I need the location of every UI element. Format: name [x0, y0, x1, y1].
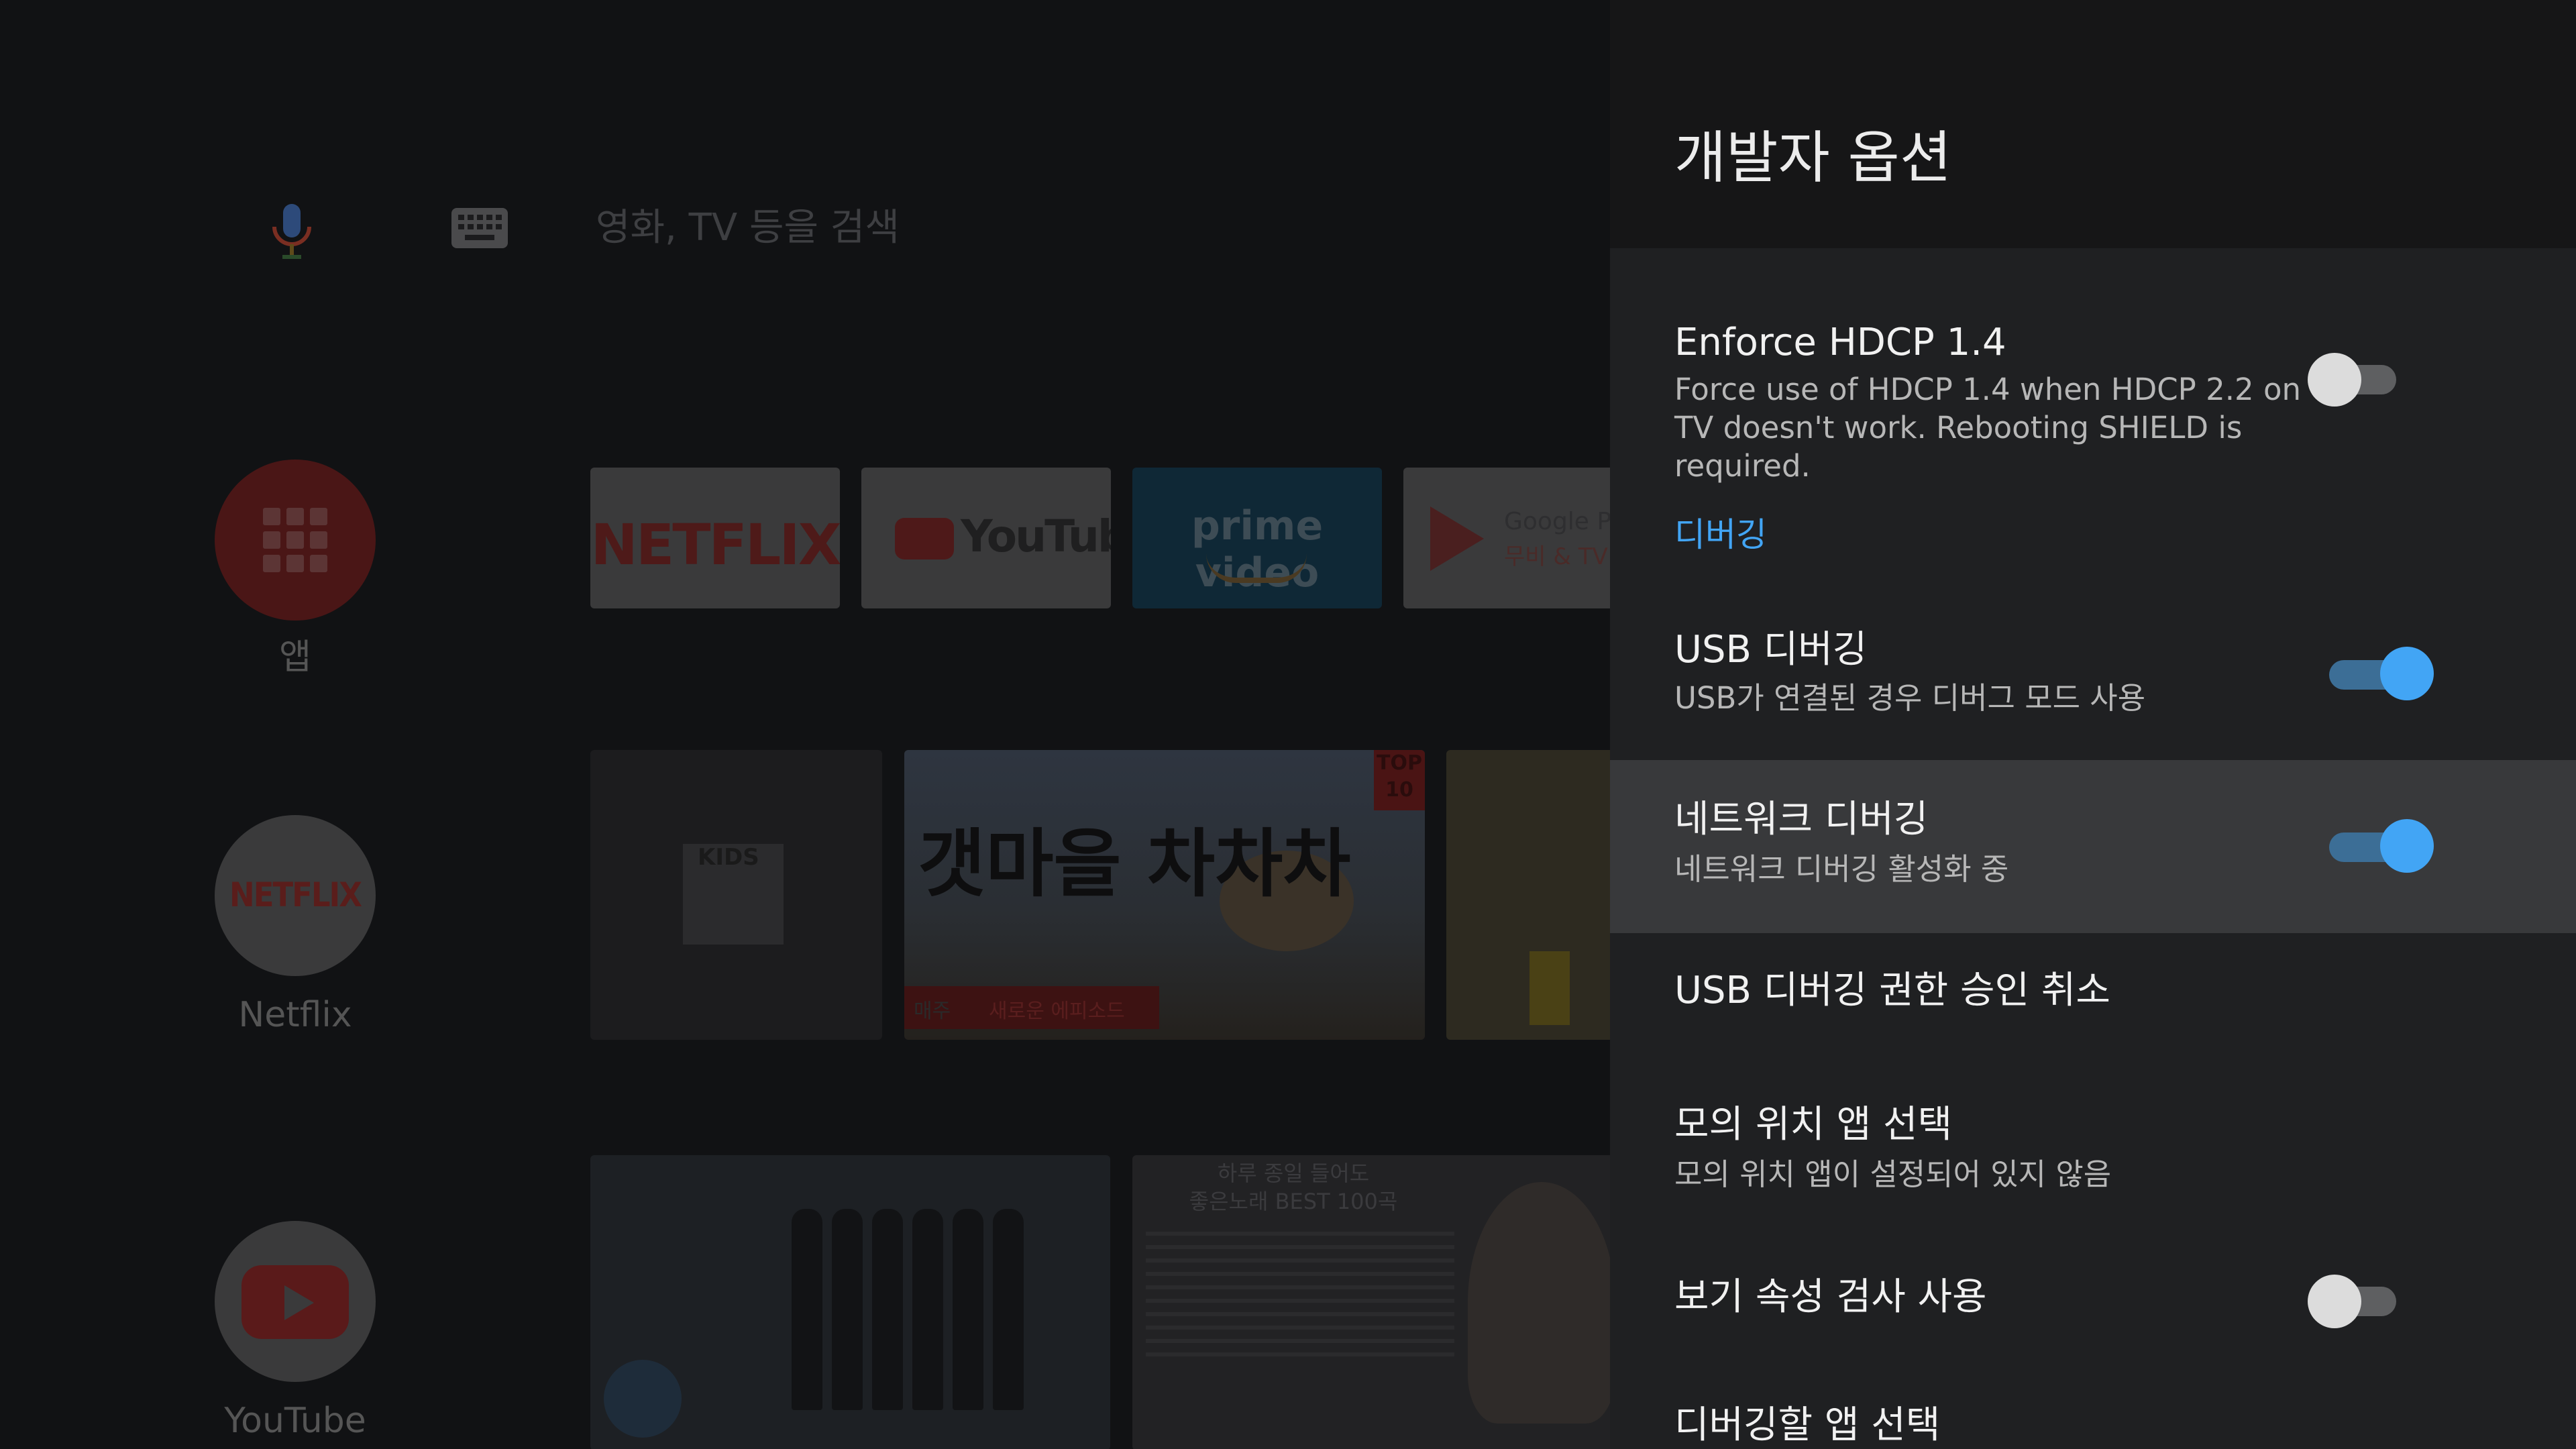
toggle-switch[interactable]: [2329, 819, 2434, 873]
keyboard-icon[interactable]: [451, 208, 508, 248]
video-thumbnail-group[interactable]: [590, 1155, 1110, 1449]
sidebar-label-netflix: Netflix: [238, 995, 352, 1035]
setting-select-debug-app[interactable]: 디버깅할 앱 선택: [1610, 1375, 2576, 1449]
setting-view-attribute-inspection[interactable]: 보기 속성 검사 사용: [1610, 1248, 2576, 1355]
video-thumbnail-playlist[interactable]: 하루 종일 들어도 좋은노래 BEST 100곡: [1132, 1155, 1610, 1449]
setting-network-debugging[interactable]: 네트워크 디버깅 네트워크 디버깅 활성화 중: [1610, 760, 2576, 933]
card-kids[interactable]: KIDS: [590, 750, 882, 1040]
microphone-icon[interactable]: [265, 201, 319, 262]
setting-title: USB 디버깅 권한 승인 취소: [1674, 969, 2110, 1012]
sidebar-label-youtube: YouTube: [224, 1401, 366, 1441]
panel-header: 개발자 옵션: [1610, 0, 2576, 248]
youtube-logo-text: YouTube: [961, 511, 1111, 562]
toggle-switch[interactable]: [2308, 352, 2396, 407]
amazon-smile-icon: [1206, 553, 1307, 583]
setting-revoke-usb-authorizations[interactable]: USB 디버깅 권한 승인 취소: [1610, 936, 2576, 1057]
card-featured-show[interactable]: 갯마을 차차차 TOP 10 매주 새로운 에피소드: [904, 750, 1425, 1040]
kids-label: KIDS: [698, 844, 759, 871]
card-partial-art: [1529, 951, 1570, 1025]
netflix-logo: NETFLIX: [590, 512, 840, 578]
setting-title: 디버깅할 앱 선택: [1674, 1403, 1941, 1447]
apps-button[interactable]: [215, 460, 376, 621]
setting-usb-debugging[interactable]: USB 디버깅 USB가 연결된 경우 디버그 모드 사용: [1610, 604, 2576, 758]
developer-options-panel: 개발자 옵션 Enforce HDCP 1.4 Force use of HDC…: [1610, 0, 2576, 1449]
singer-image: [1468, 1182, 1610, 1424]
setting-title: USB 디버깅: [1674, 628, 1868, 672]
app-tile-youtube[interactable]: YouTube: [861, 468, 1111, 608]
netflix-icon: NETFLIX: [229, 875, 362, 914]
setting-subtitle: 네트워크 디버깅 활성화 중: [1674, 851, 2009, 887]
top10-badge: TOP 10: [1374, 750, 1425, 810]
setting-enforce-hdcp[interactable]: Enforce HDCP 1.4 Force use of HDCP 1.4 w…: [1610, 295, 2576, 484]
google-play-sublabel: 무비 & TV: [1504, 543, 1608, 570]
playlist-header: 하루 종일 들어도 좋은노래 BEST 100곡: [1189, 1161, 1398, 1214]
setting-title: Enforce HDCP 1.4: [1674, 321, 2006, 364]
google-play-icon: [1430, 506, 1484, 571]
google-play-label: Google Pla: [1504, 508, 1610, 535]
sidebar-label-apps: 앱: [279, 637, 311, 678]
app-tile-netflix[interactable]: NETFLIX: [590, 468, 840, 608]
search-placeholder[interactable]: 영화, TV 등을 검색: [596, 201, 900, 255]
setting-subtitle: Force use of HDCP 1.4 when HDCP 2.2 on T…: [1674, 372, 2302, 484]
setting-mock-location-app[interactable]: 모의 위치 앱 선택 모의 위치 앱이 설정되어 있지 않음: [1610, 1073, 2576, 1228]
setting-title: 네트워크 디버깅: [1674, 798, 1929, 841]
new-episode-ribbon: 매주 새로운 에피소드: [904, 986, 1159, 1029]
home-launcher: 영화, TV 등을 검색 앱 NETFLIX Netflix YouTube N…: [0, 0, 1610, 1449]
show-title: 갯마을 차차차: [918, 820, 1351, 907]
section-header-debugging: 디버깅: [1674, 515, 1767, 554]
youtube-play-icon: [895, 518, 954, 559]
card-partial[interactable]: [1446, 750, 1610, 1040]
youtube-channel-button[interactable]: [215, 1221, 376, 1382]
channel-badge-icon: [604, 1360, 682, 1438]
setting-title: 보기 속성 검사 사용: [1674, 1275, 1987, 1319]
netflix-channel-button[interactable]: NETFLIX: [215, 815, 376, 976]
setting-title: 모의 위치 앱 선택: [1674, 1103, 1953, 1146]
toggle-switch[interactable]: [2329, 647, 2434, 700]
setting-subtitle: 모의 위치 앱이 설정되어 있지 않음: [1674, 1157, 2112, 1192]
apps-grid-icon: [263, 508, 327, 572]
toggle-switch[interactable]: [2308, 1273, 2396, 1328]
setting-subtitle: USB가 연결된 경우 디버그 모드 사용: [1674, 680, 2146, 716]
page-title: 개발자 옵션: [1674, 125, 1952, 191]
app-tile-prime-video[interactable]: prime video: [1132, 468, 1382, 608]
app-tile-google-play-movies[interactable]: Google Pla 무비 & TV: [1403, 468, 1610, 608]
